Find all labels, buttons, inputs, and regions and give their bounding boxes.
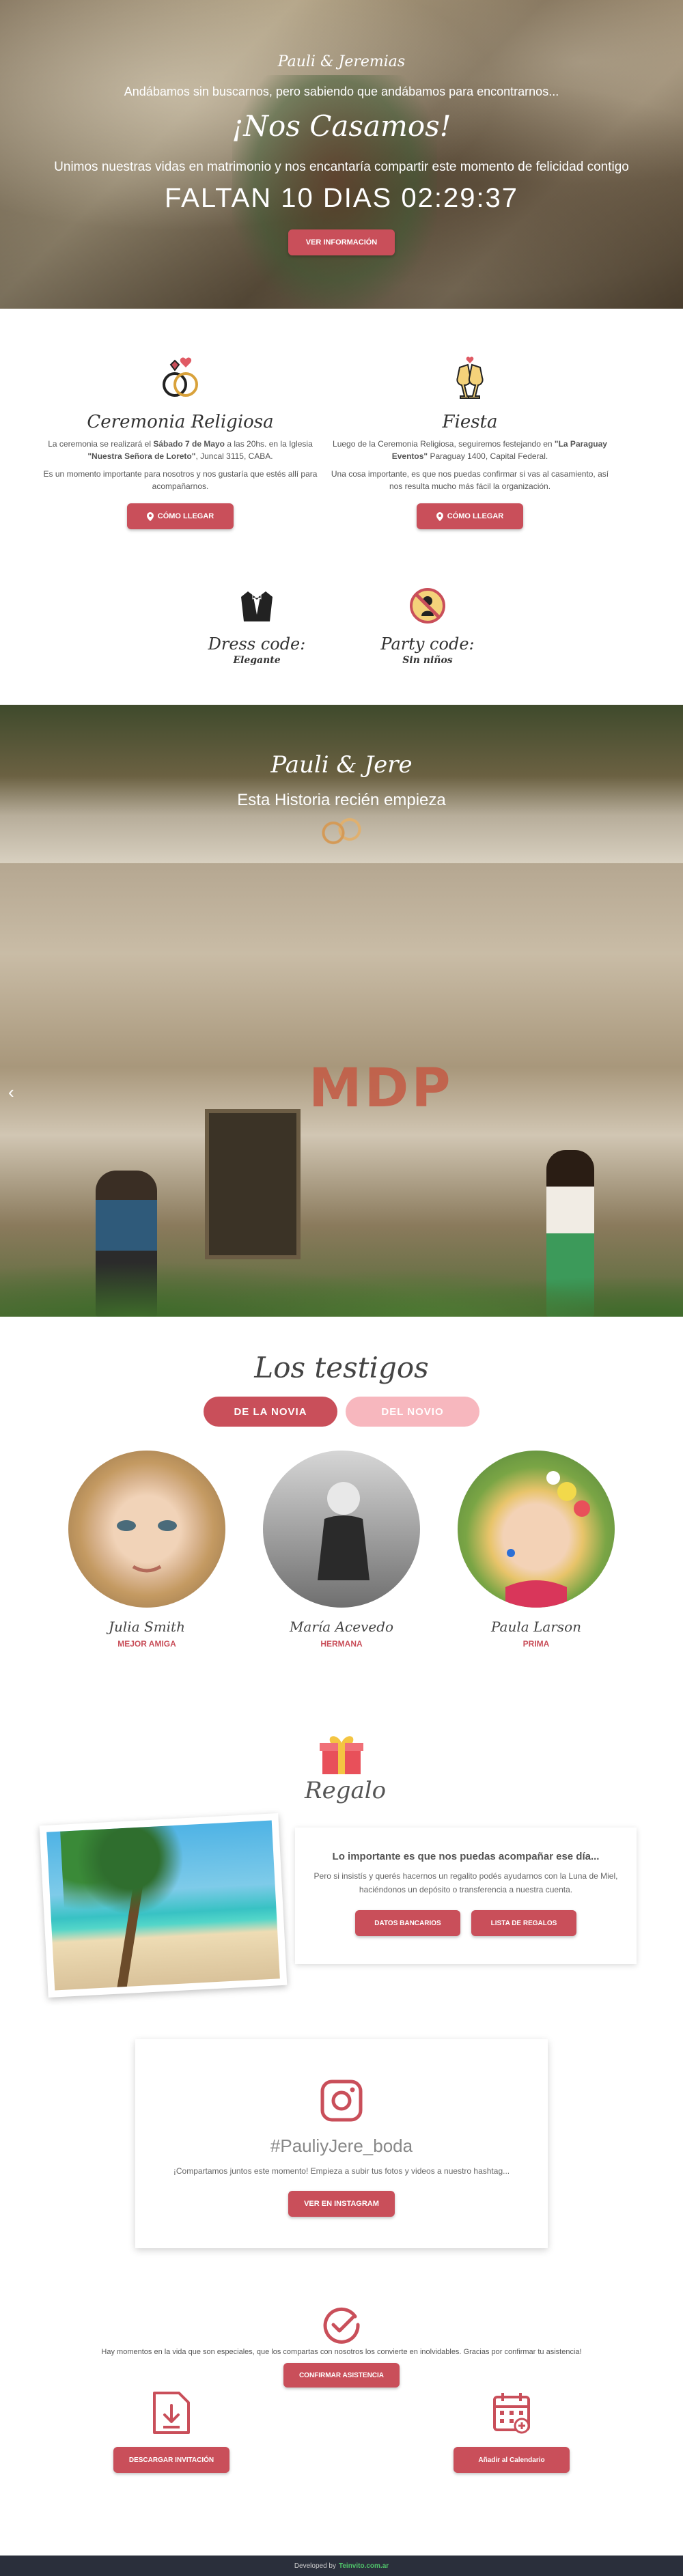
ceremony-directions-label: CÓMO LLEGAR	[157, 512, 214, 520]
flower-crown-illustration	[505, 1471, 590, 1608]
gift-text: Pero si insistís y querés hacernos un re…	[313, 1871, 618, 1894]
story-slider-photo: MDP	[0, 863, 683, 1317]
story-section: Pauli & Jere Esta Historia recién empiez…	[0, 705, 683, 1317]
gift-title: Regalo	[305, 1777, 387, 1804]
calendar-icon	[493, 2393, 530, 2434]
party-text-post: Paraguay 1400, Capital Federal.	[428, 451, 548, 461]
footer-prefix: Developed by	[294, 2562, 336, 2570]
party-directions-label: CÓMO LLEGAR	[447, 512, 504, 520]
instagram-hashtag: #PauliyJere_boda	[270, 2136, 413, 2156]
calendar-block: Añadir al Calendario	[454, 2390, 570, 2473]
footer-link[interactable]: Teinvito.com.ar	[339, 2562, 389, 2570]
map-pin-icon	[436, 512, 443, 521]
party-code-value: Sin niños	[402, 655, 453, 666]
slider-prev-arrow-icon[interactable]: ‹	[8, 1082, 14, 1103]
check-circle-icon	[323, 2307, 360, 2344]
story-title: Pauli & Jere	[270, 751, 413, 779]
witness-name: María Acevedo	[289, 1619, 394, 1635]
gift-heading: Lo importante es que nos puedas acompaña…	[332, 1851, 600, 1862]
witness-card: Julia Smith MEJOR AMIGA	[68, 1451, 225, 1649]
party-text-2: Una cosa importante, es que nos puedas c…	[331, 469, 609, 491]
party-text-pre: Luego de la Ceremonia Religiosa, seguire…	[333, 439, 555, 449]
hero-tagline: Andábamos sin buscarnos, pero sabiendo q…	[124, 85, 559, 98]
story-banner	[0, 705, 683, 863]
tab-bride[interactable]: DE LA NOVIA	[204, 1397, 337, 1427]
download-file-icon	[153, 2392, 190, 2434]
dress-code: Dress code: Elegante	[195, 587, 318, 666]
foreground-plants	[0, 1221, 683, 1317]
gift-note-card: Lo importante es que nos puedas acompaña…	[293, 1823, 639, 1969]
party-directions-button[interactable]: CÓMO LLEGAR	[417, 503, 523, 529]
ceremony-place: "Nuestra Señora de Loreto"	[87, 451, 196, 461]
instagram-card: #PauliyJere_boda ¡Compartamos juntos est…	[135, 2039, 548, 2248]
view-info-button[interactable]: VER INFORMACIÓN	[288, 229, 395, 255]
palm-leaves	[60, 1824, 202, 1934]
rings-photo	[314, 814, 369, 848]
download-invite-block: DESCARGAR INVITACIÓN	[113, 2390, 229, 2473]
download-invitation-button[interactable]: DESCARGAR INVITACIÓN	[113, 2447, 229, 2473]
wall-graffiti: MDP	[309, 1058, 454, 1119]
champagne-icon	[456, 356, 484, 399]
witness-role: PRIMA	[522, 1639, 550, 1649]
view-instagram-button[interactable]: VER EN INSTAGRAM	[288, 2191, 395, 2217]
ceremony-text-2: Es un momento importante para nosotros y…	[43, 469, 318, 491]
witness-photo	[263, 1451, 420, 1608]
witness-card: María Acevedo HERMANA	[263, 1451, 420, 1649]
footer: Developed by Teinvito.com.ar	[0, 2556, 683, 2576]
ceremony-directions-button[interactable]: CÓMO LLEGAR	[127, 503, 234, 529]
gift-icon	[320, 1736, 363, 1774]
party-code: Party code: Sin niños	[366, 587, 489, 666]
tuxedo-icon	[241, 591, 273, 621]
beach-photo-frame	[39, 1813, 288, 1998]
hero-subline: Unimos nuestras vidas en matrimonio y no…	[54, 160, 629, 174]
map-pin-icon	[146, 512, 154, 521]
witness-name: Paula Larson	[491, 1619, 581, 1635]
hero-section: Pauli & Jeremias Andábamos sin buscarnos…	[0, 0, 683, 309]
face-illustration	[117, 1520, 177, 1573]
witness-role: MEJOR AMIGA	[117, 1639, 176, 1649]
add-to-calendar-button[interactable]: Añadir al Calendario	[454, 2447, 570, 2473]
instagram-icon	[320, 2080, 363, 2122]
witness-role: HERMANA	[320, 1639, 363, 1649]
beach-photo	[46, 1820, 280, 1991]
story-subtitle: Esta Historia recién empieza	[237, 791, 446, 809]
witness-photo	[458, 1451, 615, 1608]
party-text: Luego de la Ceremonia Religiosa, seguire…	[326, 438, 613, 462]
countdown: FALTAN 10 DIAS 02:29:37	[164, 183, 519, 213]
couple-names: Pauli & Jeremias	[277, 53, 406, 70]
witnesses-title: Los testigos	[254, 1351, 429, 1384]
party-title: Fiesta	[442, 412, 498, 432]
witness-card: Paula Larson PRIMA	[458, 1451, 615, 1649]
ceremony-title: Ceremonia Religiosa	[87, 412, 274, 432]
party-code-title: Party code:	[380, 634, 475, 654]
hero-headline: ¡Nos Casamos!	[232, 109, 451, 143]
ceremony-text-post: , Juncal 3115, CABA.	[195, 451, 273, 461]
confirm-attendance-button[interactable]: CONFIRMAR ASISTENCIA	[283, 2363, 400, 2388]
no-kids-icon	[410, 588, 445, 624]
confirm-text: Hay momentos en la vida que son especial…	[101, 2348, 582, 2356]
gift-buttons: DATOS BANCARIOS LISTA DE REGALOS	[295, 1910, 637, 1936]
rings-icon	[163, 357, 198, 397]
ceremony-text-mid: a las 20hs. en la Iglesia	[225, 439, 313, 449]
ceremony-text: La ceremonia se realizará el Sábado 7 de…	[37, 438, 324, 462]
ceremony-date: Sábado 7 de Mayo	[153, 439, 225, 449]
ceremony-text-pre: La ceremonia se realizará el	[48, 439, 154, 449]
instagram-text: ¡Compartamos juntos este momento! Empiez…	[173, 2166, 510, 2176]
witness-name: Julia Smith	[109, 1619, 185, 1635]
dress-code-title: Dress code:	[208, 634, 306, 654]
dress-code-value: Elegante	[233, 655, 281, 666]
witness-photo	[68, 1451, 225, 1608]
ceremony-block: Ceremonia Religiosa La ceremonia se real…	[37, 355, 324, 529]
tab-groom[interactable]: DEL NOVIO	[346, 1397, 479, 1427]
gift-list-button[interactable]: LISTA DE REGALOS	[471, 1910, 576, 1936]
bank-details-button[interactable]: DATOS BANCARIOS	[355, 1910, 460, 1936]
party-block: Fiesta Luego de la Ceremonia Religiosa, …	[326, 355, 613, 529]
figure-illustration	[318, 1482, 370, 1580]
